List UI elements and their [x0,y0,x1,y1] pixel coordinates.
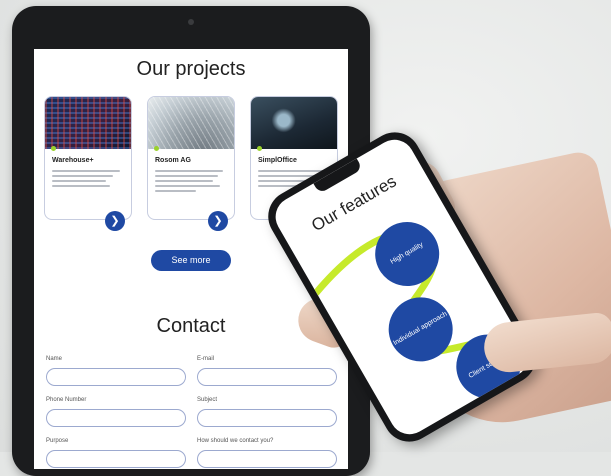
chevron-right-icon[interactable]: ❯ [105,211,125,231]
project-card-warehouse[interactable]: Warehouse+ [44,96,132,220]
tablet-camera [188,19,194,25]
project-image-warehouse [45,97,131,149]
project-description [52,170,120,190]
project-description [155,170,223,195]
project-name: Rosom AG [155,157,191,164]
project-card-rosom[interactable]: Rosom AG [147,96,235,220]
phone-field[interactable] [46,409,186,427]
project-status-dot [154,146,159,151]
contact-method-label: How should we contact you? [197,438,274,444]
purpose-field[interactable] [46,450,186,468]
project-image-rosom [148,97,234,149]
contact-method-field[interactable] [197,450,337,468]
purpose-label: Purpose [46,438,69,444]
projects-heading: Our projects [136,58,246,80]
name-label: Name [46,356,63,362]
project-status-dot [257,146,262,151]
subject-label: Subject [197,397,218,403]
email-field[interactable] [197,368,337,386]
project-name: SimplOffice [258,157,297,164]
project-image-simploffice [251,97,337,149]
phone-label: Phone Number [46,397,87,403]
project-name: Warehouse+ [52,157,94,164]
see-more-button[interactable]: See more [151,250,231,271]
subject-field[interactable] [197,409,337,427]
chevron-right-icon[interactable]: ❯ [208,211,228,231]
project-status-dot [51,146,56,151]
email-label: E-mail [197,356,215,362]
name-field[interactable] [46,368,186,386]
